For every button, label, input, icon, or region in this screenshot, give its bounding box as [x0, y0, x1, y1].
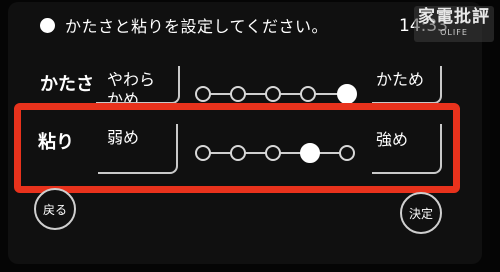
back-button[interactable]: 戻る [34, 188, 76, 230]
firmness-step-5-selected[interactable] [337, 84, 357, 104]
watermark-main: 家電批評 [418, 7, 490, 27]
highlight-frame [14, 103, 460, 193]
confirm-button[interactable]: 決定 [400, 192, 442, 234]
watermark-logo: 家電批評 OLIFE [414, 6, 494, 42]
firmness-step-3[interactable] [265, 86, 281, 102]
firmness-step-4[interactable] [300, 86, 316, 102]
instruction-header: かたさと粘りを設定してください。 [40, 14, 328, 36]
confirm-button-label: 決定 [408, 206, 433, 221]
instruction-text: かたさと粘りを設定してください。 [65, 17, 329, 36]
bullet-icon [40, 17, 55, 33]
firmness-step-1[interactable] [195, 86, 211, 102]
firmness-soft-label: やわらかめ [107, 70, 156, 102]
watermark-sub: OLIFE [440, 28, 468, 37]
firmness-label: かたさ [40, 74, 94, 95]
firmness-hard-label: かため [376, 70, 425, 89]
back-button-label: 戻る [42, 202, 67, 217]
firmness-step-2[interactable] [230, 86, 246, 102]
